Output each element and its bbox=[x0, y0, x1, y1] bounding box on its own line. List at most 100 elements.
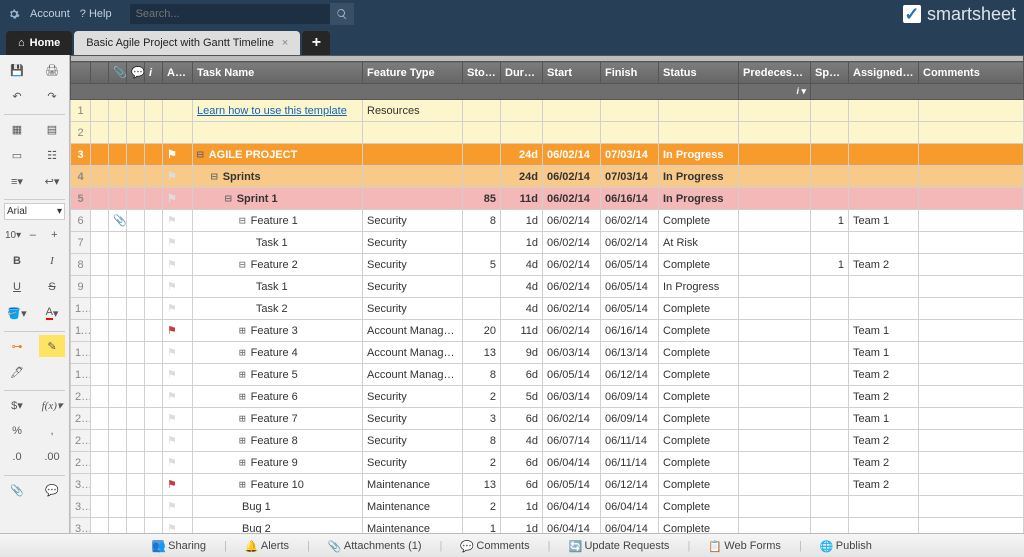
col-start[interactable]: Start bbox=[543, 62, 601, 84]
table-row[interactable]: 3⚑⊟ AGILE PROJECT24d06/02/1407/03/14In P… bbox=[71, 144, 1024, 166]
table-row[interactable]: 7⚑ Task 1Security1d06/02/1406/02/14At Ri… bbox=[71, 232, 1024, 254]
flag-icon[interactable]: ⚑ bbox=[167, 193, 177, 205]
undo-icon[interactable]: ↶ bbox=[4, 85, 30, 107]
card-icon[interactable]: ▭ bbox=[4, 144, 30, 166]
wrap-icon[interactable]: ↩▾ bbox=[39, 170, 65, 192]
expand-icon[interactable]: ⊞ bbox=[239, 324, 246, 337]
align-icon[interactable]: ≡▾ bbox=[4, 170, 30, 192]
account-label[interactable]: Account bbox=[30, 8, 70, 20]
strike-button[interactable]: S bbox=[39, 276, 65, 298]
table-row[interactable]: 26⚑⊞ Feature 8Security84d06/07/1406/11/1… bbox=[71, 430, 1024, 452]
update-requests-button[interactable]: 🔄Update Requests bbox=[564, 540, 673, 552]
fx-icon[interactable]: f(x)▾ bbox=[39, 394, 65, 416]
table-row[interactable]: 35⚑ Bug 1Maintenance21d06/04/1406/04/14C… bbox=[71, 496, 1024, 518]
link-icon[interactable]: ⊶ bbox=[4, 335, 30, 357]
flag-icon[interactable]: ⚑ bbox=[167, 413, 177, 425]
font-select[interactable]: Arial▾ bbox=[4, 203, 65, 220]
account-menu[interactable] bbox=[8, 8, 20, 20]
print-icon[interactable]: 🖨 bbox=[39, 59, 65, 81]
close-icon[interactable]: × bbox=[282, 37, 288, 49]
flag-icon[interactable]: ⚑ bbox=[167, 215, 177, 227]
flag-icon[interactable]: ⚑ bbox=[167, 391, 177, 403]
font-size[interactable]: 10 ▾ bbox=[4, 224, 22, 246]
expand-icon[interactable]: ⊟ bbox=[211, 170, 218, 183]
currency-icon[interactable]: $▾ bbox=[4, 394, 30, 416]
col-assigned[interactable]: Assigned To bbox=[849, 62, 919, 84]
grid-view-icon[interactable]: ▦ bbox=[4, 118, 30, 140]
fill-color-icon[interactable]: 🪣▾ bbox=[4, 302, 30, 324]
table-row[interactable]: 4⚑⊟ Sprints24d06/02/1407/03/14In Progres… bbox=[71, 166, 1024, 188]
expand-icon[interactable]: ⊞ bbox=[239, 456, 246, 469]
table-row[interactable]: 10⚑ Task 2Security4d06/02/1406/05/14Comp… bbox=[71, 298, 1024, 320]
tab-home[interactable]: ⌂Home bbox=[6, 31, 72, 55]
flag-icon[interactable]: ⚑ bbox=[167, 479, 177, 491]
inc-font[interactable]: ‒ bbox=[22, 224, 43, 246]
flag-icon[interactable]: ⚑ bbox=[167, 149, 177, 161]
table-row[interactable]: 19⚑⊞ Feature 5Account Managemen86d06/05/… bbox=[71, 364, 1024, 386]
flag-icon[interactable]: ⚑ bbox=[167, 435, 177, 447]
search-button[interactable] bbox=[330, 3, 354, 25]
text-color-icon[interactable]: A▾ bbox=[39, 302, 65, 324]
col-status[interactable]: Status bbox=[659, 62, 739, 84]
table-row[interactable]: 5⚑⊟ Sprint 18511d06/02/1406/16/14In Prog… bbox=[71, 188, 1024, 210]
expand-icon[interactable]: ⊞ bbox=[239, 346, 246, 359]
flag-icon[interactable]: ⚑ bbox=[167, 457, 177, 469]
learn-link[interactable]: Learn how to use this template bbox=[197, 105, 347, 117]
attach-icon[interactable]: 📎 bbox=[4, 479, 30, 501]
expand-icon[interactable]: ⊞ bbox=[239, 434, 246, 447]
col-feature[interactable]: Feature Type bbox=[363, 62, 463, 84]
col-comment[interactable]: 💬 bbox=[127, 62, 145, 84]
expand-icon[interactable]: ⊞ bbox=[239, 478, 246, 491]
bold-button[interactable]: B bbox=[4, 250, 30, 272]
flag-icon[interactable]: ⚑ bbox=[167, 325, 177, 337]
search-input[interactable] bbox=[130, 4, 330, 24]
col-duration[interactable]: Durati… bbox=[501, 62, 543, 84]
table-row[interactable]: 36⚑ Bug 2Maintenance11d06/04/1406/04/14C… bbox=[71, 518, 1024, 534]
flag-icon[interactable]: ⚑ bbox=[167, 171, 177, 183]
highlight-icon[interactable]: ✎ bbox=[39, 335, 65, 357]
flag-icon[interactable]: ⚑ bbox=[167, 259, 177, 271]
table-row[interactable]: 21⚑⊞ Feature 6Security25d06/03/1406/09/1… bbox=[71, 386, 1024, 408]
table-row[interactable]: 1Learn how to use this templateResources bbox=[71, 100, 1024, 122]
expand-icon[interactable]: ⊟ bbox=[197, 148, 204, 161]
attachments-button[interactable]: 📎Attachments (1) bbox=[324, 540, 426, 552]
flag-icon[interactable]: ⚑ bbox=[167, 369, 177, 381]
italic-button[interactable]: I bbox=[39, 250, 65, 272]
col-attach[interactable]: 📎 bbox=[109, 62, 127, 84]
flag-icon[interactable]: ⚑ bbox=[167, 303, 177, 315]
flag-icon[interactable]: ⚑ bbox=[167, 237, 177, 249]
col-atrisk[interactable]: At Risk bbox=[163, 62, 193, 84]
expand-icon[interactable]: ⊟ bbox=[239, 258, 246, 271]
table-row[interactable]: 6📎⚑⊟ Feature 1Security81d06/02/1406/02/1… bbox=[71, 210, 1024, 232]
col-storypoints[interactable]: Story Points bbox=[463, 62, 501, 84]
save-icon[interactable]: 💾 bbox=[4, 59, 30, 81]
col-finish[interactable]: Finish bbox=[601, 62, 659, 84]
dec-decrease-icon[interactable]: .0 bbox=[4, 446, 30, 468]
format-painter-icon[interactable]: 🖊 bbox=[4, 361, 30, 383]
table-row[interactable]: 9⚑ Task 1Security4d06/02/1406/05/14In Pr… bbox=[71, 276, 1024, 298]
comments-button[interactable]: 💬Comments bbox=[456, 540, 533, 552]
table-row[interactable]: 11⚑⊞ Feature 3Account Managemen2011d06/0… bbox=[71, 320, 1024, 342]
tab-add[interactable]: + bbox=[302, 31, 330, 55]
col-pred[interactable]: Predecessors bbox=[739, 62, 811, 84]
col-info[interactable]: i bbox=[145, 62, 163, 84]
filter-icon[interactable]: ▤ bbox=[39, 118, 65, 140]
alerts-button[interactable]: 🔔Alerts bbox=[241, 540, 293, 552]
col-lock[interactable] bbox=[91, 62, 109, 84]
hierarchy-icon[interactable]: ☷ bbox=[39, 144, 65, 166]
flag-icon[interactable]: ⚑ bbox=[167, 347, 177, 359]
percent-icon[interactable]: % bbox=[4, 420, 30, 442]
dec-font[interactable]: + bbox=[44, 224, 65, 246]
clear-icon[interactable] bbox=[39, 361, 65, 383]
publish-button[interactable]: 🌐Publish bbox=[816, 540, 876, 552]
col-task[interactable]: Task Name bbox=[193, 62, 363, 84]
col-sprint[interactable]: Sprint bbox=[811, 62, 849, 84]
flag-icon[interactable]: ⚑ bbox=[167, 523, 177, 533]
comment-icon[interactable]: 💬 bbox=[39, 479, 65, 501]
help-link[interactable]: ? Help bbox=[80, 8, 112, 20]
tab-active-sheet[interactable]: Basic Agile Project with Gantt Timeline× bbox=[74, 31, 300, 55]
col-comments[interactable]: Comments bbox=[919, 62, 1024, 84]
table-row[interactable]: 8⚑⊟ Feature 2Security54d06/02/1406/05/14… bbox=[71, 254, 1024, 276]
expand-icon[interactable]: ⊞ bbox=[239, 412, 246, 425]
underline-button[interactable]: U bbox=[4, 276, 30, 298]
